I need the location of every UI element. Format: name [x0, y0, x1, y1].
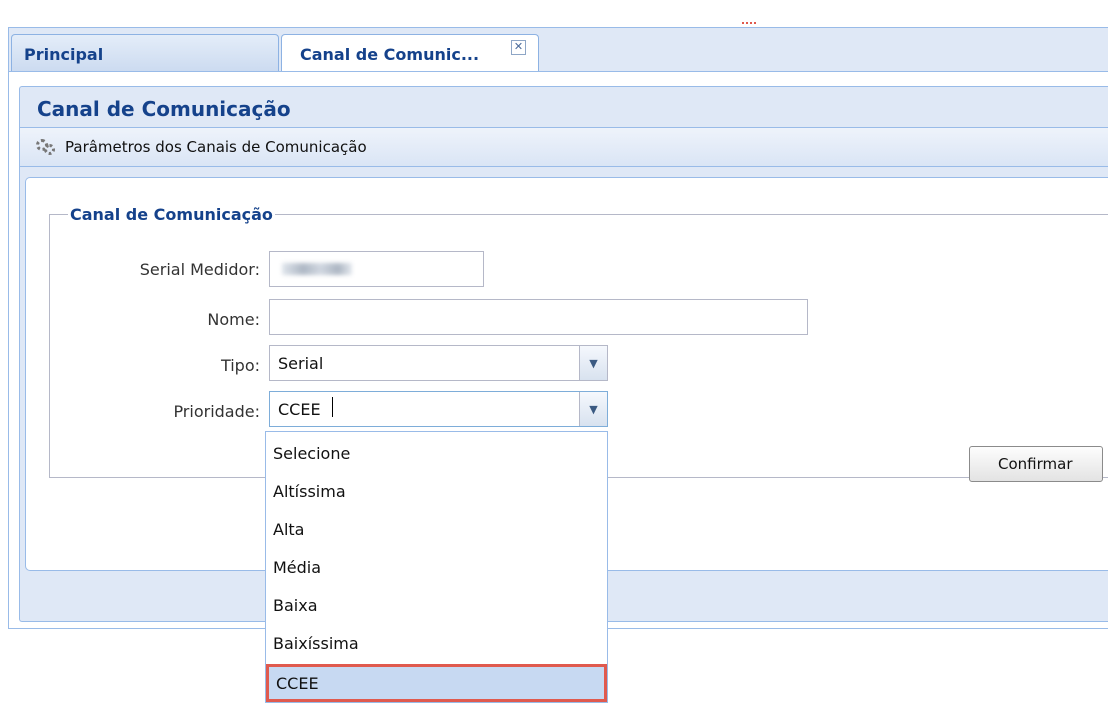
option-alta[interactable]: Alta — [266, 510, 607, 548]
window-title: Canal de Comunicação — [37, 97, 291, 121]
nome-input[interactable] — [269, 299, 808, 335]
option-label: Altíssima — [273, 481, 346, 501]
tab-principal[interactable]: Principal — [11, 34, 279, 73]
option-altissima[interactable]: Altíssima — [266, 472, 607, 510]
confirmar-label: Confirmar — [998, 455, 1073, 473]
option-label: Média — [273, 557, 322, 577]
option-label: Selecione — [273, 443, 351, 463]
parametros-header: Parâmetros dos Canais de Comunicação — [20, 127, 1108, 167]
option-label: Baixa — [273, 595, 318, 615]
subheader-label: Parâmetros dos Canais de Comunicação — [65, 138, 367, 156]
prioridade-combo[interactable]: CCEE ▼ — [269, 391, 608, 427]
option-label: Alta — [273, 519, 305, 539]
tipo-value: Serial — [278, 354, 324, 373]
chevron-down-icon[interactable]: ▼ — [579, 346, 607, 380]
tipo-combo[interactable]: Serial ▼ — [269, 345, 608, 381]
serial-medidor-field[interactable] — [269, 251, 484, 287]
tab-strip: Principal Canal de Comunic... ✕ — [8, 27, 1108, 74]
close-icon[interactable]: ✕ — [511, 40, 526, 55]
option-selecione[interactable]: Selecione — [266, 434, 607, 472]
option-label: Baixíssima — [273, 633, 359, 653]
text-cursor — [332, 397, 333, 417]
prioridade-value: CCEE — [278, 400, 321, 419]
tab-principal-label: Principal — [24, 44, 104, 64]
confirmar-button[interactable]: Confirmar — [969, 446, 1103, 482]
chevron-down-icon[interactable]: ▼ — [579, 392, 607, 426]
option-ccee[interactable]: CCEE — [266, 664, 607, 702]
prioridade-label: Prioridade: — [173, 402, 260, 421]
nome-label: Nome: — [207, 310, 260, 329]
option-media[interactable]: Média — [266, 548, 607, 586]
prioridade-dropdown-list: Selecione Altíssima Alta Média Baixa Bai… — [265, 431, 608, 703]
option-baixissima[interactable]: Baixíssima — [266, 624, 607, 662]
serial-medidor-label: Serial Medidor: — [139, 260, 260, 279]
fieldset-legend: Canal de Comunicação — [70, 205, 273, 224]
tab-canal-comunicacao[interactable]: Canal de Comunic... ✕ — [281, 34, 539, 74]
tab-canal-label: Canal de Comunic... — [300, 45, 480, 64]
option-baixa[interactable]: Baixa — [266, 586, 607, 624]
gears-icon — [36, 139, 56, 155]
serial-value-redacted — [282, 263, 352, 275]
option-label: CCEE — [276, 673, 319, 693]
tipo-label: Tipo: — [220, 356, 260, 375]
